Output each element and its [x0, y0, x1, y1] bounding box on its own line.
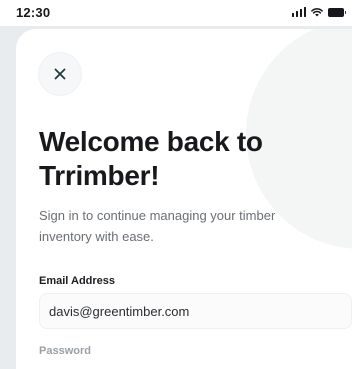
close-button[interactable] — [38, 52, 82, 96]
status-icons — [291, 7, 346, 17]
page-subtitle: Sign in to continue managing your timber… — [39, 208, 276, 244]
status-time: 12:30 — [16, 5, 51, 20]
signal-icon — [291, 7, 306, 17]
page-title: Welcome back to Trrimber! — [39, 126, 263, 191]
login-sheet: Welcome back to Trrimber! Sign in to con… — [16, 29, 352, 369]
battery-icon — [328, 7, 346, 17]
close-icon — [54, 68, 66, 80]
wifi-icon — [311, 8, 323, 17]
status-bar: 12:30 — [0, 0, 352, 26]
email-label: Email Address — [39, 275, 116, 287]
email-field[interactable] — [39, 293, 352, 329]
